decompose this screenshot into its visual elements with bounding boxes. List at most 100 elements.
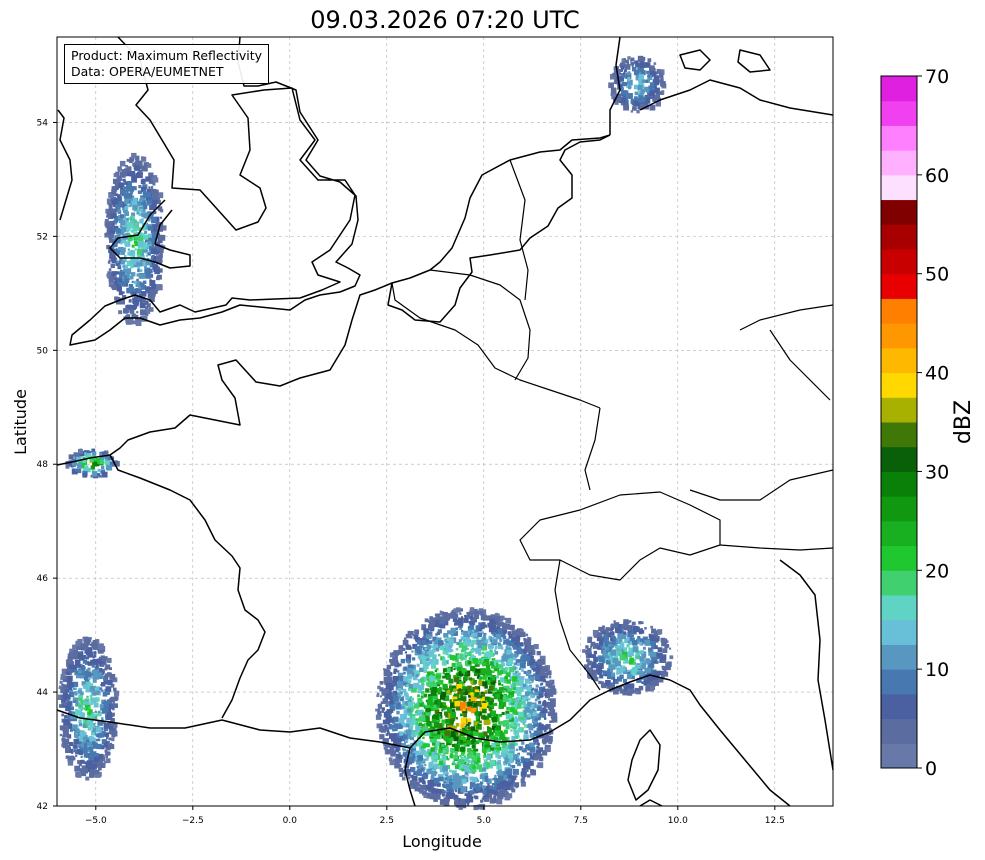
radar-echo-pixel xyxy=(511,775,517,781)
radar-echo-pixel xyxy=(405,634,409,637)
radar-echo-pixel xyxy=(442,612,448,618)
radar-echo-pixel xyxy=(408,631,412,635)
radar-echo-pixel xyxy=(465,637,470,642)
radar-echo-pixel xyxy=(489,618,495,625)
radar-echo-pixel xyxy=(530,704,534,708)
radar-echo-pixel xyxy=(136,249,143,255)
radar-echo-pixel xyxy=(528,723,533,728)
radar-echo-pixel xyxy=(141,284,147,290)
radar-echo-pixel xyxy=(641,79,646,84)
radar-echo-pixel xyxy=(543,717,547,720)
radar-echo-pixel xyxy=(409,780,416,786)
radar-echo-pixel xyxy=(439,618,442,621)
y-tick-label: 42 xyxy=(37,802,48,812)
radar-echo-pixel xyxy=(627,669,630,673)
radar-echo-pixel xyxy=(536,745,540,749)
radar-echo-pixel xyxy=(529,753,533,757)
radar-echo-pixel xyxy=(515,786,518,789)
radar-echo-pixel xyxy=(427,680,434,687)
radar-echo-pixel xyxy=(426,635,430,639)
radar-echo-pixel xyxy=(624,106,628,110)
radar-echo-pixel xyxy=(622,678,627,683)
radar-echo-pixel xyxy=(482,681,488,687)
radar-echo-pixel xyxy=(638,641,642,645)
radar-echo-pixel xyxy=(75,709,81,716)
radar-echo-pixel xyxy=(410,697,415,701)
radar-echo-pixel xyxy=(391,750,397,755)
radar-echo-pixel xyxy=(429,651,434,656)
radar-echo-pixel xyxy=(398,742,402,746)
radar-echo-pixel xyxy=(148,186,151,189)
radar-echo-pixel xyxy=(511,630,518,637)
radar-echo-pixel xyxy=(87,667,91,671)
radar-echo-pixel xyxy=(61,687,65,692)
radar-echo-pixel xyxy=(470,648,474,653)
radar-echo-pixel xyxy=(453,734,457,738)
radar-echo-pixel xyxy=(411,650,414,653)
radar-echo-pixel xyxy=(65,705,71,712)
radar-echo-pixel xyxy=(477,723,480,727)
radar-echo-pixel xyxy=(524,730,529,735)
radar-echo-pixel xyxy=(415,718,418,721)
radar-echo-pixel xyxy=(101,451,106,455)
radar-echo-pixel xyxy=(449,642,454,647)
radar-echo-pixel xyxy=(67,760,74,766)
radar-echo-pixel xyxy=(454,788,457,792)
radar-echo-pixel xyxy=(433,792,437,796)
radar-echo-pixel xyxy=(551,704,555,708)
radar-echo-pixel xyxy=(442,750,446,753)
radar-echo-pixel xyxy=(405,684,409,688)
radar-echo-pixel xyxy=(88,677,91,680)
radar-echo-pixel xyxy=(109,206,113,210)
radar-echo-pixel xyxy=(481,651,485,655)
colorbar-segment xyxy=(881,545,917,571)
radar-echo-pixel xyxy=(124,254,127,258)
radar-echo-pixel xyxy=(437,705,440,709)
radar-echo-pixel xyxy=(481,747,487,753)
radar-echo-pixel xyxy=(113,173,118,178)
radar-echo-pixel xyxy=(465,655,468,658)
y-tick-label: 54 xyxy=(37,118,49,128)
radar-echo-pixel xyxy=(121,169,127,174)
colorbar-segment xyxy=(881,199,917,225)
radar-echo-pixel xyxy=(65,659,69,662)
radar-echo-pixel xyxy=(59,704,63,708)
radar-echo-pixel xyxy=(447,758,450,761)
radar-echo-pixel xyxy=(525,768,529,772)
radar-echo-pixel xyxy=(387,683,393,689)
radar-echo-pixel xyxy=(639,656,645,662)
radar-echo-pixel xyxy=(422,774,426,778)
radar-echo-pixel xyxy=(113,198,119,204)
radar-echo-pixel xyxy=(123,217,127,221)
radar-echo-pixel xyxy=(641,665,646,670)
radar-echo-pixel xyxy=(453,688,457,692)
radar-echo-pixel xyxy=(520,642,524,646)
radar-echo-pixel xyxy=(512,768,519,775)
radar-echo-pixel xyxy=(602,625,605,629)
radar-echo-pixel xyxy=(471,639,476,645)
radar-echo-pixel xyxy=(427,779,433,785)
x-axis-ticks: −5.0 −2.5 0.0 2.5 5.0 7.5 10.0 12.5 xyxy=(85,806,785,826)
radar-echo-pixel xyxy=(461,696,467,702)
radar-echo-pixel xyxy=(399,773,404,777)
radar-echo-pixel xyxy=(511,698,516,702)
radar-echo-pixel xyxy=(488,707,493,712)
radar-echo-pixel xyxy=(392,721,395,724)
radar-echo-pixel xyxy=(120,247,126,253)
radar-echo-pixel xyxy=(442,672,445,675)
radar-echo-pixel xyxy=(530,655,534,660)
radar-echo-pixel xyxy=(431,742,436,746)
radar-echo-pixel xyxy=(653,660,657,664)
radar-echo-pixel xyxy=(375,708,378,712)
radar-echo-pixel xyxy=(479,611,484,616)
radar-echo-pixel xyxy=(126,211,129,214)
radar-echo-pixel xyxy=(63,724,69,731)
radar-echo-pixel xyxy=(444,777,448,780)
radar-echo-pixel xyxy=(111,737,115,742)
radar-echo-pixel xyxy=(152,293,156,297)
radar-echo-pixel xyxy=(131,280,134,283)
radar-echo-pixel xyxy=(398,717,405,724)
radar-echo-pixel xyxy=(512,682,517,687)
colorbar-segment xyxy=(881,496,917,522)
radar-echo-pixel xyxy=(413,669,417,673)
